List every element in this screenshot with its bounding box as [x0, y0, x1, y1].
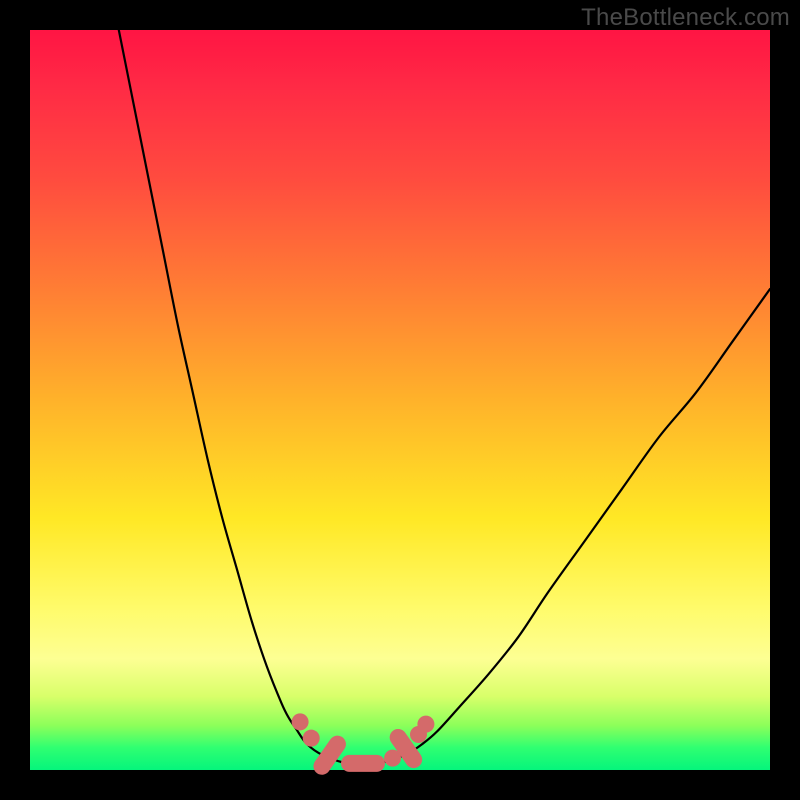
curve-group [119, 30, 770, 764]
marker-lozenge [341, 755, 385, 772]
marker-group [292, 713, 435, 778]
marker-dot [417, 716, 434, 733]
marker-dot [292, 713, 309, 730]
plot-area [30, 30, 770, 770]
bottleneck-curve [119, 30, 770, 764]
chart-frame: TheBottleneck.com [0, 0, 800, 800]
watermark-text: TheBottleneck.com [581, 4, 790, 32]
marker-dot [303, 730, 320, 747]
chart-svg [30, 30, 770, 770]
